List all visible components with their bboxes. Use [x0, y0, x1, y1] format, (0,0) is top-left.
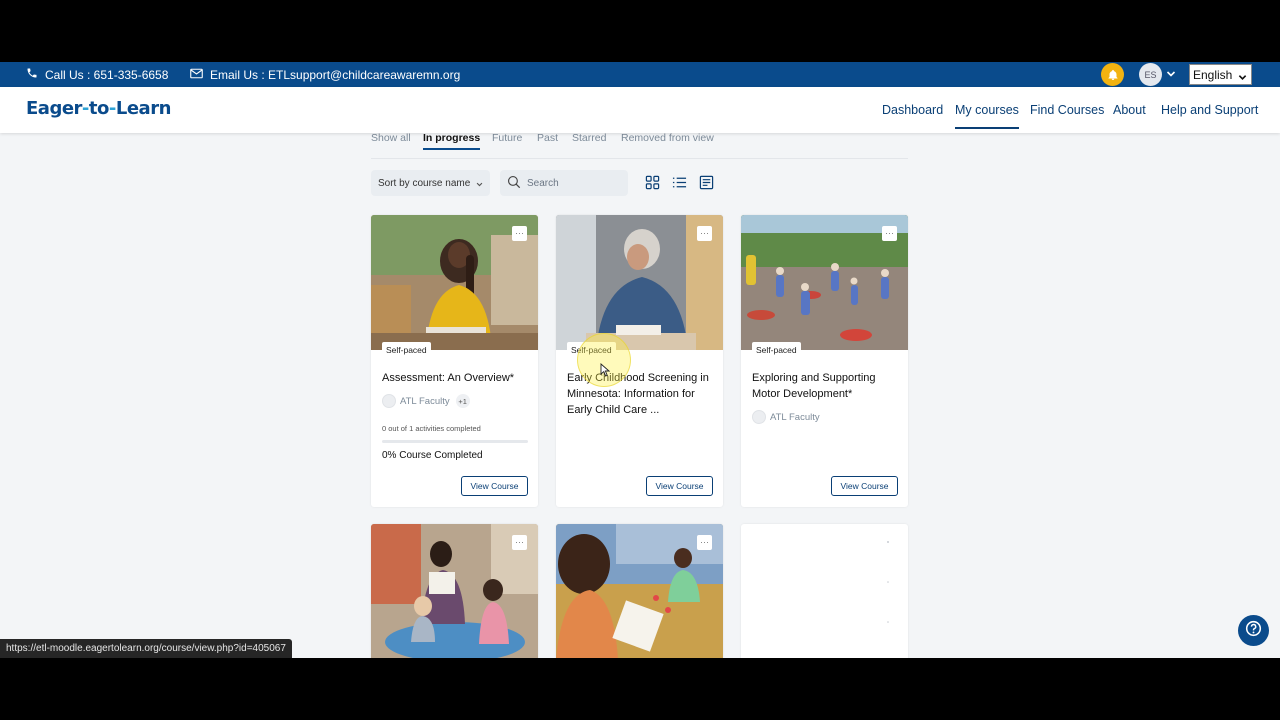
view-course-button[interactable]: View Course: [461, 476, 528, 496]
course-card[interactable]: ···: [556, 524, 723, 658]
card-menu-button[interactable]: ···: [697, 535, 712, 550]
card-menu-button[interactable]: ···: [882, 226, 897, 241]
logo-dash-2: -: [108, 98, 116, 119]
tab-starred[interactable]: Starred: [572, 132, 606, 144]
main-navbar: Eager-to-Learn Dashboard My courses Find…: [0, 87, 1280, 133]
course-card-placeholder: [741, 524, 908, 658]
course-title[interactable]: Exploring and Supporting Motor Developme…: [752, 370, 900, 402]
nav-find-courses[interactable]: Find Courses: [1030, 87, 1104, 133]
course-card[interactable]: ···: [371, 524, 538, 658]
chevron-down-icon: [1238, 71, 1247, 85]
list-view-icon[interactable]: [670, 173, 688, 191]
card-menu-button[interactable]: ···: [512, 226, 527, 241]
course-teacher: ATL Faculty +1: [382, 394, 470, 408]
teacher-avatar-icon: [752, 410, 766, 424]
teacher-avatar-icon: [382, 394, 396, 408]
course-image: ···: [741, 215, 908, 350]
teacher-name: ATL Faculty: [400, 395, 450, 407]
summary-view-icon[interactable]: [697, 173, 715, 191]
logo-part-3: Learn: [115, 98, 172, 119]
extra-teachers-badge: +1: [455, 394, 470, 408]
course-card[interactable]: ··· Self-paced Exploring and Supporting …: [741, 215, 908, 507]
tab-in-progress[interactable]: In progress: [423, 132, 481, 150]
search-icon: [507, 175, 521, 192]
mail-icon: [190, 68, 203, 82]
course-title[interactable]: Assessment: An Overview*: [382, 370, 530, 386]
search-placeholder: Search: [527, 177, 559, 189]
nav-about[interactable]: About: [1113, 87, 1146, 133]
user-avatar[interactable]: ES: [1139, 63, 1162, 86]
language-select[interactable]: English: [1189, 64, 1252, 85]
nav-help-and-support[interactable]: Help and Support: [1161, 87, 1258, 133]
status-badge: Self-paced: [752, 342, 801, 358]
loading-dots-icon: [885, 538, 891, 628]
notification-bell-icon[interactable]: [1101, 63, 1124, 86]
card-menu-button[interactable]: ···: [697, 226, 712, 241]
chevron-down-icon: [476, 180, 483, 191]
status-badge: Self-paced: [382, 342, 431, 358]
grid-view-icon[interactable]: [643, 173, 661, 191]
phone-icon: [26, 67, 38, 82]
email-us-link[interactable]: Email Us : ETLsupport@childcareawaremn.o…: [190, 62, 460, 87]
nav-dashboard[interactable]: Dashboard: [882, 87, 943, 133]
progress-bar: [382, 440, 528, 443]
teacher-name: ATL Faculty: [770, 411, 820, 423]
card-menu-button[interactable]: ···: [512, 535, 527, 550]
course-search-input[interactable]: Search: [500, 170, 628, 196]
help-button[interactable]: [1238, 615, 1269, 646]
divider: [371, 158, 908, 159]
sort-label: Sort by course name: [378, 177, 471, 189]
link-status-bar: https://etl-moodle.eagertolearn.org/cour…: [0, 639, 292, 658]
course-image: ···: [371, 524, 538, 658]
avatar-initials: ES: [1144, 69, 1157, 80]
mouse-pointer-icon: [600, 363, 611, 382]
course-image: ···: [556, 524, 723, 658]
screen: Call Us : 651-335-6658 Email Us : ETLsup…: [0, 62, 1280, 658]
tab-future[interactable]: Future: [492, 132, 522, 144]
logo-part-2: to: [88, 98, 109, 119]
progress-label: 0% Course Completed: [382, 450, 483, 461]
tab-removed-from-view[interactable]: Removed from view: [621, 132, 714, 144]
contact-bar: Call Us : 651-335-6658 Email Us : ETLsup…: [0, 62, 1280, 87]
tab-show-all[interactable]: Show all: [371, 132, 411, 144]
call-us-link[interactable]: Call Us : 651-335-6658: [26, 62, 168, 87]
site-logo[interactable]: Eager-to-Learn: [26, 98, 171, 119]
course-image: ···: [556, 215, 723, 350]
sort-dropdown[interactable]: Sort by course name: [371, 170, 490, 196]
language-value: English: [1193, 67, 1233, 82]
course-teacher: ATL Faculty: [752, 410, 820, 424]
logo-part-1: Eager: [26, 98, 82, 119]
nav-my-courses[interactable]: My courses: [955, 87, 1019, 133]
tab-past[interactable]: Past: [537, 132, 558, 144]
logo-dash-1: -: [81, 98, 89, 119]
email-us-label: Email Us : ETLsupport@childcareawaremn.o…: [210, 67, 461, 82]
chevron-down-icon[interactable]: [1166, 68, 1176, 82]
course-card[interactable]: ··· Self-paced Assessment: An Overview* …: [371, 215, 538, 507]
help-circle-icon: [1245, 620, 1262, 642]
view-course-button[interactable]: View Course: [831, 476, 898, 496]
view-course-button[interactable]: View Course: [646, 476, 713, 496]
call-us-label: Call Us : 651-335-6658: [45, 67, 169, 82]
course-image: ···: [371, 215, 538, 350]
activities-completed: 0 out of 1 activities completed: [382, 424, 481, 433]
